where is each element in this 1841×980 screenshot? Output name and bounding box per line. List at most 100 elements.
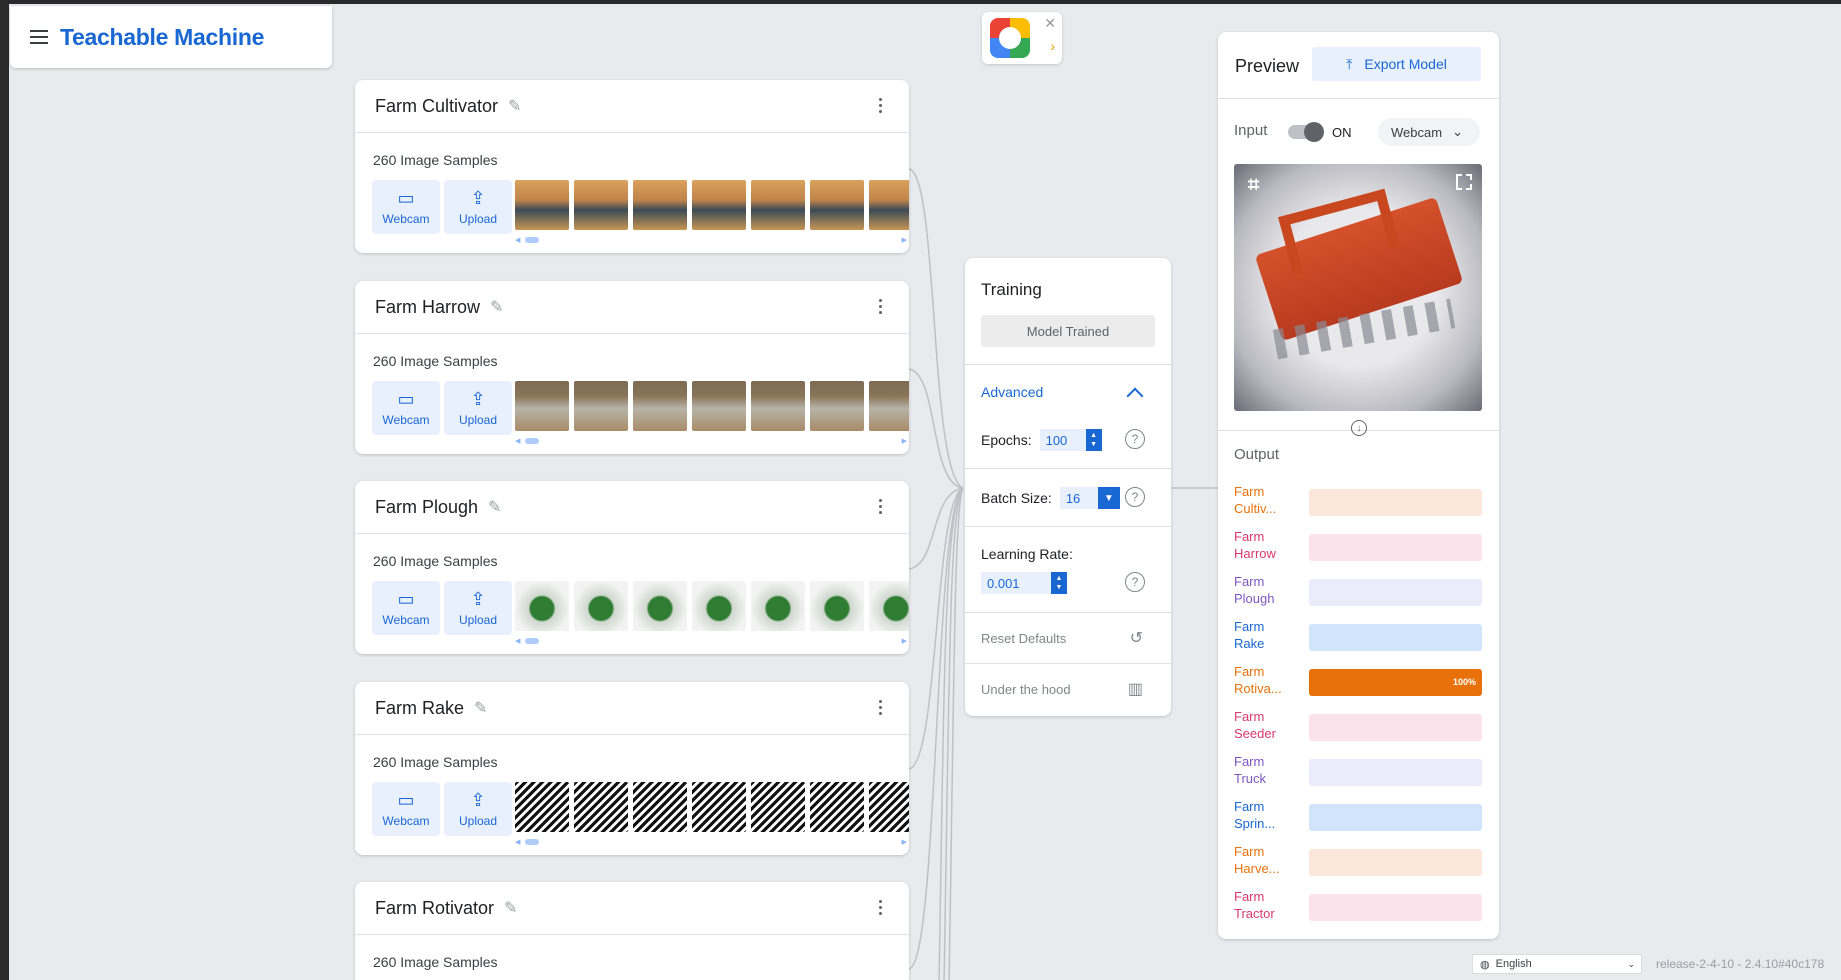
- upload-button[interactable]: ⇪ Upload: [444, 782, 512, 836]
- help-icon[interactable]: ?: [1125, 487, 1145, 507]
- sample-thumbnail[interactable]: [810, 180, 864, 230]
- sample-thumbnail[interactable]: [810, 581, 864, 631]
- sample-thumbnail[interactable]: [633, 782, 687, 832]
- upload-label: Upload: [458, 212, 498, 226]
- sample-thumbnail[interactable]: [515, 381, 569, 431]
- under-the-hood-button[interactable]: Under the hood ▥: [981, 679, 1157, 699]
- help-icon[interactable]: ?: [1125, 429, 1145, 449]
- more-options-icon[interactable]: [879, 299, 883, 314]
- chevron-down-icon[interactable]: ▼: [1097, 487, 1120, 509]
- card-header: Farm Rotivator ✎: [355, 882, 909, 935]
- sample-thumbnail[interactable]: [692, 180, 746, 230]
- sample-thumbnail[interactable]: [810, 782, 864, 832]
- sample-thumbnail[interactable]: [692, 581, 746, 631]
- webcam-button[interactable]: ▭ Webcam: [372, 180, 440, 234]
- divider: [965, 663, 1171, 664]
- preview-panel: Preview ⤒ Export Model Input ON Webcam ⌄…: [1218, 32, 1499, 939]
- thumbnail-scrollbar[interactable]: ◀ ▶: [515, 437, 909, 445]
- more-options-icon[interactable]: [879, 700, 883, 715]
- release-version: release-2-4-10 - 2.4.10#40c178: [1656, 957, 1825, 971]
- sample-thumbnails[interactable]: [515, 782, 909, 834]
- chevron-up-icon[interactable]: [1126, 387, 1144, 405]
- language-select[interactable]: ◍ English ⌄: [1472, 954, 1642, 974]
- crop-icon[interactable]: ⌗: [1248, 174, 1259, 197]
- upload-button[interactable]: ⇪ Upload: [444, 180, 512, 234]
- input-source-select[interactable]: Webcam ⌄: [1378, 118, 1480, 146]
- upload-button[interactable]: ⇪ Upload: [444, 381, 512, 435]
- webcam-button[interactable]: ▭ Webcam: [372, 581, 440, 635]
- confidence-bar: [1309, 849, 1482, 876]
- output-class-name: Farm Tractor: [1234, 889, 1275, 921]
- input-toggle[interactable]: [1288, 122, 1324, 142]
- sample-thumbnail[interactable]: [574, 381, 628, 431]
- sample-thumbnail[interactable]: [692, 381, 746, 431]
- more-options-icon[interactable]: [879, 499, 883, 514]
- edit-icon[interactable]: ✎: [488, 497, 501, 517]
- sample-thumbnail[interactable]: [633, 381, 687, 431]
- class-name[interactable]: Farm Plough: [375, 497, 478, 518]
- more-options-icon[interactable]: [879, 900, 883, 915]
- sample-thumbnail[interactable]: [515, 180, 569, 230]
- toggle-state: ON: [1332, 125, 1352, 140]
- edit-icon[interactable]: ✎: [490, 297, 503, 317]
- class-name[interactable]: Farm Cultivator: [375, 96, 498, 117]
- arrow-down-icon[interactable]: ↓: [1351, 420, 1367, 436]
- sample-thumbnail[interactable]: [810, 381, 864, 431]
- class-name[interactable]: Farm Rotivator: [375, 898, 494, 919]
- sample-thumbnail[interactable]: [633, 581, 687, 631]
- class-card-cultivator: Farm Cultivator ✎ 260 Image Samples ▭ Web…: [355, 80, 909, 253]
- bar-chart-icon[interactable]: ▥: [1128, 679, 1143, 699]
- webcam-button[interactable]: ▭ Webcam: [372, 381, 440, 435]
- batch-size-select[interactable]: 16 ▼: [1059, 487, 1120, 509]
- class-name[interactable]: Farm Rake: [375, 698, 464, 719]
- sample-thumbnails[interactable]: [515, 180, 909, 232]
- webcam-button[interactable]: ▭ Webcam: [372, 782, 440, 836]
- sample-thumbnail[interactable]: [574, 782, 628, 832]
- edit-icon[interactable]: ✎: [508, 96, 521, 116]
- sample-thumbnail[interactable]: [692, 782, 746, 832]
- train-model-button[interactable]: Model Trained: [981, 315, 1155, 347]
- export-model-button[interactable]: ⤒ Export Model: [1312, 47, 1481, 81]
- sample-thumbnail[interactable]: [633, 180, 687, 230]
- advanced-toggle[interactable]: Advanced: [981, 384, 1157, 405]
- epochs-input[interactable]: 100 ▲ ▼: [1039, 429, 1102, 451]
- sample-thumbnails[interactable]: [515, 581, 909, 633]
- divider: [965, 612, 1171, 613]
- sample-thumbnail[interactable]: [751, 180, 805, 230]
- sample-thumbnail[interactable]: [869, 782, 909, 832]
- edit-icon[interactable]: ✎: [474, 698, 487, 718]
- sample-thumbnail[interactable]: [869, 581, 909, 631]
- sample-thumbnail[interactable]: [751, 381, 805, 431]
- thumbnail-scrollbar[interactable]: ◀ ▶: [515, 236, 909, 244]
- learning-rate-stepper[interactable]: ▲ ▼: [1051, 572, 1067, 594]
- sample-thumbnail[interactable]: [869, 180, 909, 230]
- class-card-rotivator: Farm Rotivator ✎ 260 Image Samples: [355, 882, 909, 980]
- output-class-name: Farm Plough: [1234, 574, 1275, 606]
- flip-icon[interactable]: [1456, 174, 1472, 190]
- sample-thumbnail[interactable]: [751, 782, 805, 832]
- thumbnail-scrollbar[interactable]: ◀ ▶: [515, 838, 909, 846]
- upload-icon: ⇪: [470, 188, 486, 208]
- upload-button[interactable]: ⇪ Upload: [444, 581, 512, 635]
- reset-defaults-button[interactable]: Reset Defaults ↺: [981, 628, 1157, 648]
- sample-thumbnail[interactable]: [574, 581, 628, 631]
- learning-rate-input[interactable]: 0.001 ▲ ▼: [981, 572, 1067, 594]
- thumbnail-scrollbar[interactable]: ◀ ▶: [515, 637, 909, 645]
- edit-icon[interactable]: ✎: [504, 898, 517, 918]
- sample-thumbnail[interactable]: [515, 782, 569, 832]
- sample-thumbnail[interactable]: [751, 581, 805, 631]
- class-name[interactable]: Farm Harrow: [375, 297, 480, 318]
- epochs-row: Epochs: 100 ▲ ▼ ?: [981, 429, 1157, 451]
- help-icon[interactable]: ?: [1125, 572, 1145, 592]
- more-options-icon[interactable]: [879, 98, 883, 113]
- sample-thumbnails[interactable]: [515, 381, 909, 433]
- sample-thumbnail[interactable]: [574, 180, 628, 230]
- epochs-stepper[interactable]: ▲ ▼: [1085, 429, 1102, 451]
- confidence-percent: 100%: [1452, 677, 1476, 687]
- confidence-bar: [1309, 714, 1482, 741]
- history-icon[interactable]: ↺: [1130, 628, 1143, 648]
- output-class-name: Farm Harve...: [1234, 844, 1280, 876]
- sample-thumbnail[interactable]: [515, 581, 569, 631]
- advanced-label: Advanced: [981, 384, 1044, 400]
- sample-thumbnail[interactable]: [869, 381, 909, 431]
